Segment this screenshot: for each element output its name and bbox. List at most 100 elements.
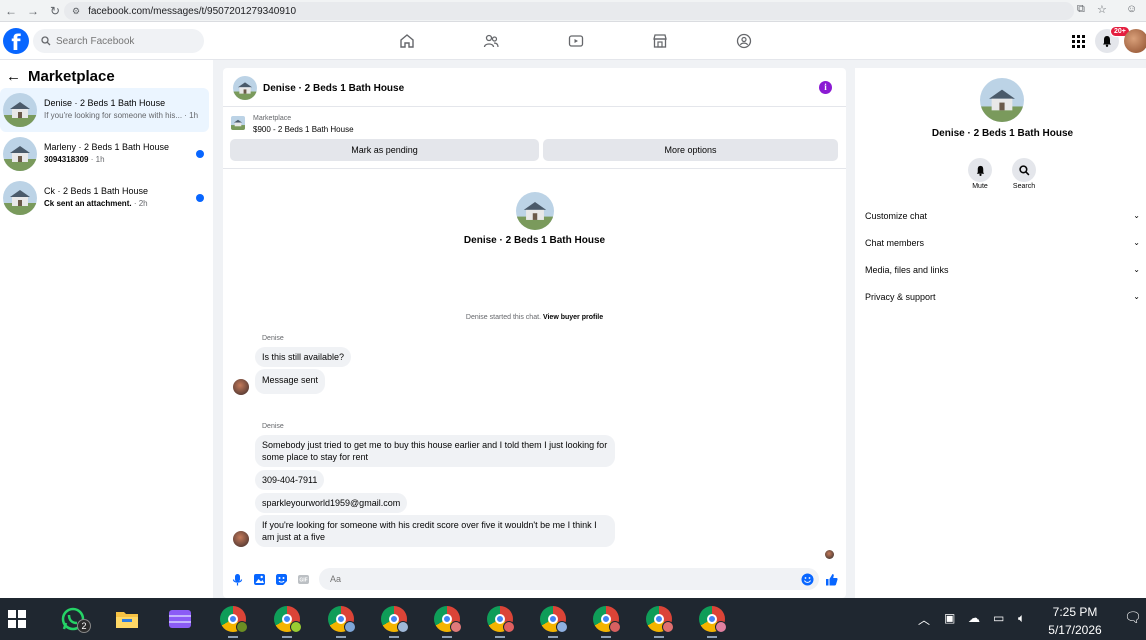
microphone-icon[interactable]	[231, 573, 244, 586]
panel-title: Marketplace	[28, 68, 115, 85]
chrome-profile-icon[interactable]	[699, 606, 727, 633]
conversation-item[interactable]: Marleny · 2 Beds 1 Bath House 3094318309…	[0, 132, 209, 176]
sender-avatar[interactable]	[233, 531, 249, 547]
chat-members-section[interactable]: Chat members ⌄	[865, 238, 1140, 248]
message-bubble[interactable]: sparkleyourworld1959@gmail.com	[255, 493, 408, 513]
reload-icon[interactable]: ↻	[44, 4, 66, 18]
facebook-logo-icon[interactable]: f	[3, 28, 29, 54]
back-icon[interactable]: ←	[0, 4, 22, 18]
chrome-profile-icon[interactable]	[540, 606, 568, 633]
search-input[interactable]	[56, 35, 186, 47]
chrome-profile-icon[interactable]	[274, 606, 302, 633]
message-bubble[interactable]: Is this still available?	[255, 347, 352, 367]
url-text: facebook.com/messages/t/9507201279340910	[88, 5, 297, 17]
conversation-item[interactable]: Denise · 2 Beds 1 Bath House If you're l…	[0, 88, 209, 132]
clock-time: 7:25 PM	[1052, 605, 1098, 619]
running-indicator	[707, 636, 717, 638]
chrome-profile-icon[interactable]	[328, 606, 356, 633]
meet-now-icon[interactable]: ▣	[944, 611, 955, 625]
chrome-profile-icon[interactable]	[487, 606, 515, 633]
whatsapp-icon[interactable]: 2	[60, 606, 91, 633]
profile-badge	[609, 621, 621, 633]
profile-badge	[556, 621, 568, 633]
windows-taskbar: 2 ︿ ▣ ☁ ▭ 🔈︎ 7:25 PM 5/17/2026 🗨︎	[0, 598, 1146, 640]
info-icon[interactable]: i	[819, 81, 832, 94]
chrome-profile-icon[interactable]	[434, 606, 462, 633]
forward-icon[interactable]: →	[22, 4, 44, 18]
listing-price[interactable]: $900 - 2 Beds 1 Bath House	[253, 125, 354, 134]
tray-overflow-icon[interactable]: ︿	[918, 611, 930, 628]
snippet-time: · 2h	[133, 199, 148, 208]
account-avatar[interactable]	[1124, 29, 1146, 53]
bookmark-star-icon[interactable]: ☆	[1097, 3, 1107, 16]
video-editor-icon[interactable]	[167, 606, 193, 632]
install-icon[interactable]: ⧉	[1077, 3, 1085, 16]
chat-title[interactable]: Denise · 2 Beds 1 Bath House	[263, 83, 404, 94]
onedrive-icon[interactable]: ☁	[968, 611, 980, 625]
message-bubble[interactable]: Somebody just tried to get me to buy thi…	[255, 435, 615, 467]
seen-indicator-avatar	[825, 550, 834, 559]
conversation-item[interactable]: Ck · 2 Beds 1 Bath House Ck sent an atta…	[0, 176, 209, 220]
notification-center-icon[interactable]: 🗨︎	[1124, 609, 1142, 626]
photo-icon[interactable]	[253, 573, 266, 586]
menu-grid-icon[interactable]	[1066, 29, 1090, 53]
chat-hero-name: Denise · 2 Beds 1 Bath House	[463, 235, 606, 246]
message-bubble[interactable]: 309-404-7911	[255, 470, 325, 490]
running-indicator	[389, 636, 399, 638]
snippet-text: 3094318309	[44, 155, 89, 164]
system-clock[interactable]: 7:25 PM 5/17/2026	[1040, 603, 1110, 639]
back-arrow-icon[interactable]: ←	[6, 68, 21, 85]
sender-avatar[interactable]	[233, 379, 249, 395]
chrome-profile-icon[interactable]	[220, 606, 248, 633]
profile-badge	[236, 621, 248, 633]
emoji-icon[interactable]	[801, 573, 814, 586]
chrome-profile-icon[interactable]	[381, 606, 409, 633]
details-thumbnail[interactable]	[980, 78, 1024, 122]
chrome-profile-icon[interactable]	[593, 606, 621, 633]
video-icon[interactable]	[567, 32, 585, 50]
mute-button[interactable]	[968, 158, 992, 182]
chat-header: Denise · 2 Beds 1 Bath House i	[223, 68, 846, 107]
search-icon	[41, 36, 51, 46]
view-buyer-profile-link[interactable]: View buyer profile	[543, 314, 603, 321]
volume-icon[interactable]: 🔈︎	[1018, 611, 1025, 626]
friends-icon[interactable]	[482, 32, 500, 50]
site-info-icon[interactable]: ⚙	[72, 6, 80, 17]
profile-badge	[290, 621, 302, 633]
more-options-button[interactable]: More options	[543, 139, 838, 161]
windows-start-icon[interactable]	[8, 610, 26, 628]
clock-date: 5/17/2026	[1048, 623, 1102, 637]
network-icon[interactable]: ▭	[993, 611, 1004, 625]
snippet-text: If you're looking for someone with his..…	[44, 111, 183, 120]
file-explorer-icon[interactable]	[114, 606, 140, 632]
chrome-profile-icon[interactable]	[646, 606, 674, 633]
message-input[interactable]	[319, 568, 819, 590]
marketplace-icon[interactable]	[651, 32, 669, 50]
address-bar[interactable]: ⚙ facebook.com/messages/t/95072012793409…	[64, 2, 1074, 20]
profile-icon[interactable]: ☺	[1126, 3, 1137, 15]
mark-as-pending-button[interactable]: Mark as pending	[230, 139, 539, 161]
running-indicator	[228, 636, 238, 638]
bell-icon	[976, 165, 984, 176]
facebook-header: f 20+	[0, 22, 1146, 60]
message-bubble[interactable]: Message sent	[255, 369, 326, 394]
section-label: Media, files and links	[865, 265, 949, 275]
profile-badge	[344, 621, 356, 633]
listing-thumbnail[interactable]	[231, 116, 245, 130]
gif-icon[interactable]: GIF	[297, 573, 310, 586]
message-bubble[interactable]: If you're looking for someone with his c…	[255, 515, 615, 547]
thumbs-up-icon[interactable]	[825, 573, 838, 586]
customize-chat-section[interactable]: Customize chat ⌄	[865, 211, 1140, 221]
browser-toolbar: ← → ↻ ⚙ facebook.com/messages/t/95072012…	[0, 0, 1146, 22]
profile-badge	[503, 621, 515, 633]
svg-text:GIF: GIF	[299, 578, 307, 584]
home-icon[interactable]	[398, 32, 416, 50]
search-in-chat-button[interactable]	[1012, 158, 1036, 182]
groups-icon[interactable]	[735, 32, 753, 50]
house-thumbnail[interactable]	[233, 76, 257, 100]
sticker-icon[interactable]	[275, 573, 288, 586]
media-files-section[interactable]: Media, files and links ⌄	[865, 265, 1140, 275]
privacy-support-section[interactable]: Privacy & support ⌄	[865, 292, 1140, 302]
search-box[interactable]	[33, 29, 204, 53]
house-thumbnail	[3, 93, 37, 127]
